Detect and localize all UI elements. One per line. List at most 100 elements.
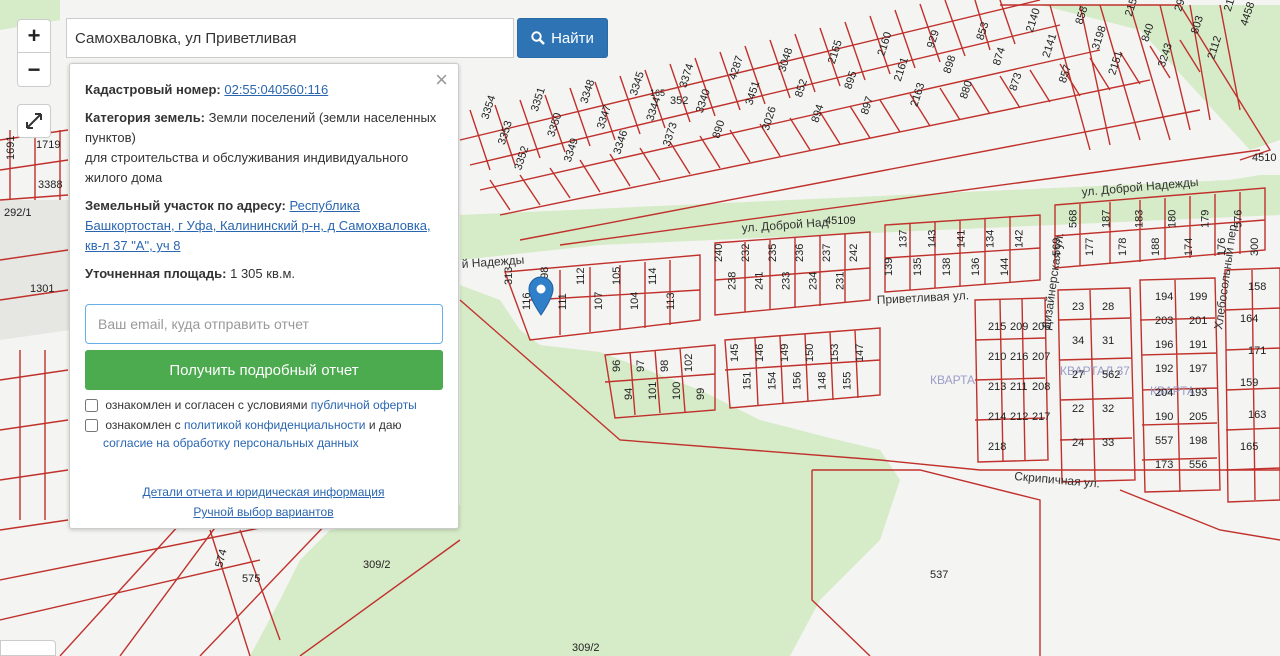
manual-selection-link[interactable]: Ручной выбор вариантов xyxy=(193,505,333,519)
parcel-number[interactable]: 198 xyxy=(1189,435,1207,447)
parcel-number[interactable]: 231 xyxy=(835,272,847,290)
parcel-number[interactable]: 101 xyxy=(647,382,659,400)
parcel-number[interactable]: 192 xyxy=(1155,363,1173,375)
privacy-agree-checkbox[interactable] xyxy=(85,419,98,433)
search-input[interactable] xyxy=(66,18,514,58)
parcel-number[interactable]: 147 xyxy=(854,344,866,362)
parcel-number[interactable]: 199 xyxy=(1189,291,1207,303)
parcel-number[interactable]: 171 xyxy=(1248,345,1266,357)
parcel-number[interactable]: 193 xyxy=(1189,387,1207,399)
parcel-number[interactable]: 34 xyxy=(1072,335,1084,347)
parcel-number[interactable]: 164 xyxy=(1240,313,1258,325)
parcel-number[interactable]: 105 xyxy=(611,267,623,285)
report-details-link[interactable]: Детали отчета и юридическая информация xyxy=(143,485,385,499)
parcel-number[interactable]: 28 xyxy=(1102,301,1114,313)
parcel-number[interactable]: 158 xyxy=(1248,281,1266,293)
parcel-number[interactable]: 113 xyxy=(665,292,677,310)
parcel-number[interactable]: 183 xyxy=(1134,210,1146,228)
parcel-number[interactable]: 94 xyxy=(623,388,635,400)
parcel-number[interactable]: 97 xyxy=(635,360,647,372)
parcel-number[interactable]: 205 xyxy=(1189,411,1207,423)
parcel-number[interactable]: 100 xyxy=(671,382,683,400)
parcel-number[interactable]: 210 xyxy=(988,351,1006,363)
parcel-number[interactable]: 148 xyxy=(817,372,829,390)
search-button[interactable]: Найти xyxy=(517,18,608,58)
parcel-number[interactable]: 203 xyxy=(1155,315,1173,327)
parcel-number[interactable]: 27 xyxy=(1072,369,1084,381)
parcel-number[interactable]: 1719 xyxy=(36,139,60,151)
parcel-number[interactable]: 165 xyxy=(1240,441,1258,453)
parcel-number[interactable]: 111 xyxy=(557,293,569,310)
parcel-number[interactable]: 300 xyxy=(1249,238,1261,256)
parcel-number[interactable]: 235 xyxy=(767,244,779,262)
parcel-number[interactable]: 174 xyxy=(1183,238,1195,256)
parcel-number[interactable]: 218 xyxy=(988,441,1006,453)
parcel-number[interactable]: 242 xyxy=(848,244,860,262)
parcel-number[interactable]: 104 xyxy=(629,292,641,310)
parcel-number[interactable]: 99 xyxy=(695,388,707,400)
parcel-number[interactable]: 159 xyxy=(1240,377,1258,389)
parcel-number[interactable]: 141 xyxy=(956,230,968,248)
parcel-number[interactable]: 137 xyxy=(898,230,910,248)
parcel-number[interactable]: 33 xyxy=(1102,437,1114,449)
parcel-number[interactable]: 146 xyxy=(754,344,766,362)
parcel-number[interactable]: 142 xyxy=(1014,230,1026,248)
parcel-number[interactable]: 1691 xyxy=(5,136,17,160)
parcel-number[interactable]: 102 xyxy=(683,354,695,372)
location-pin-icon[interactable] xyxy=(528,276,554,316)
fullscreen-button[interactable] xyxy=(17,104,51,138)
zoom-out-button[interactable]: − xyxy=(17,53,51,87)
parcel-number[interactable]: 216 xyxy=(1010,351,1028,363)
close-icon[interactable]: × xyxy=(435,69,448,91)
cadastral-number-link[interactable]: 02:55:040560:116 xyxy=(224,82,328,97)
parcel-number[interactable]: 238 xyxy=(727,272,739,290)
parcel-number[interactable]: 212 xyxy=(1010,411,1028,423)
parcel-number[interactable]: 190 xyxy=(1155,411,1173,423)
parcel-number[interactable]: 240 xyxy=(713,244,725,262)
privacy-policy-link[interactable]: политикой конфиденциальности xyxy=(184,418,365,432)
parcel-number[interactable]: 562 xyxy=(1102,369,1120,381)
parcel-number[interactable]: 23 xyxy=(1072,301,1084,313)
parcel-number[interactable]: 135 xyxy=(912,258,924,276)
parcel-number[interactable]: 204 xyxy=(1155,387,1173,399)
personal-data-consent-link[interactable]: согласие на обработку персональных данны… xyxy=(103,436,359,450)
parcel-number[interactable]: 191 xyxy=(1189,339,1207,351)
parcel-number[interactable]: 178 xyxy=(1117,238,1129,256)
parcel-number[interactable]: 211 xyxy=(1010,381,1028,393)
parcel-number[interactable]: 156 xyxy=(792,372,804,390)
parcel-number[interactable]: 236 xyxy=(794,244,806,262)
parcel-number[interactable]: 241 xyxy=(754,272,766,290)
parcel-number[interactable]: 556 xyxy=(1189,459,1207,471)
email-field[interactable] xyxy=(85,304,443,344)
parcel-number[interactable]: 197 xyxy=(1189,363,1207,375)
parcel-number[interactable]: 173 xyxy=(1155,459,1173,471)
parcel-number[interactable]: 154 xyxy=(767,372,779,390)
parcel-number[interactable]: 207 xyxy=(1032,351,1050,363)
parcel-number[interactable]: 233 xyxy=(781,272,793,290)
parcel-number[interactable]: 213 xyxy=(988,381,1006,393)
parcel-number[interactable]: 292/1 xyxy=(4,207,32,219)
parcel-number[interactable]: 153 xyxy=(829,344,841,362)
parcel-number[interactable]: 237 xyxy=(821,244,833,262)
zoom-in-button[interactable]: + xyxy=(17,19,51,53)
parcel-number[interactable]: 138 xyxy=(941,258,953,276)
parcel-number[interactable]: 569 xyxy=(1051,238,1063,256)
parcel-number[interactable]: 151 xyxy=(742,372,754,390)
parcel-number[interactable]: 112 xyxy=(575,267,587,285)
parcel-number[interactable]: 144 xyxy=(999,258,1011,276)
parcel-number[interactable]: 313 xyxy=(503,267,515,285)
parcel-number[interactable]: 98 xyxy=(659,360,671,372)
parcel-number[interactable]: 209 xyxy=(1010,321,1028,333)
parcel-number[interactable]: 155 xyxy=(842,372,854,390)
parcel-number[interactable]: 139 xyxy=(883,258,895,276)
parcel-number[interactable]: 180 xyxy=(1167,210,1179,228)
parcel-number[interactable]: 136 xyxy=(970,258,982,276)
parcel-number[interactable]: 149 xyxy=(779,344,791,362)
parcel-number[interactable]: 107 xyxy=(593,292,605,310)
map-layer-button[interactable] xyxy=(0,640,56,656)
parcel-number[interactable]: 234 xyxy=(808,272,820,290)
parcel-number[interactable]: 214 xyxy=(988,411,1006,423)
parcel-number[interactable]: 179 xyxy=(1200,210,1212,228)
parcel-number[interactable]: 134 xyxy=(985,230,997,248)
parcel-number[interactable]: 217 xyxy=(1032,411,1050,423)
